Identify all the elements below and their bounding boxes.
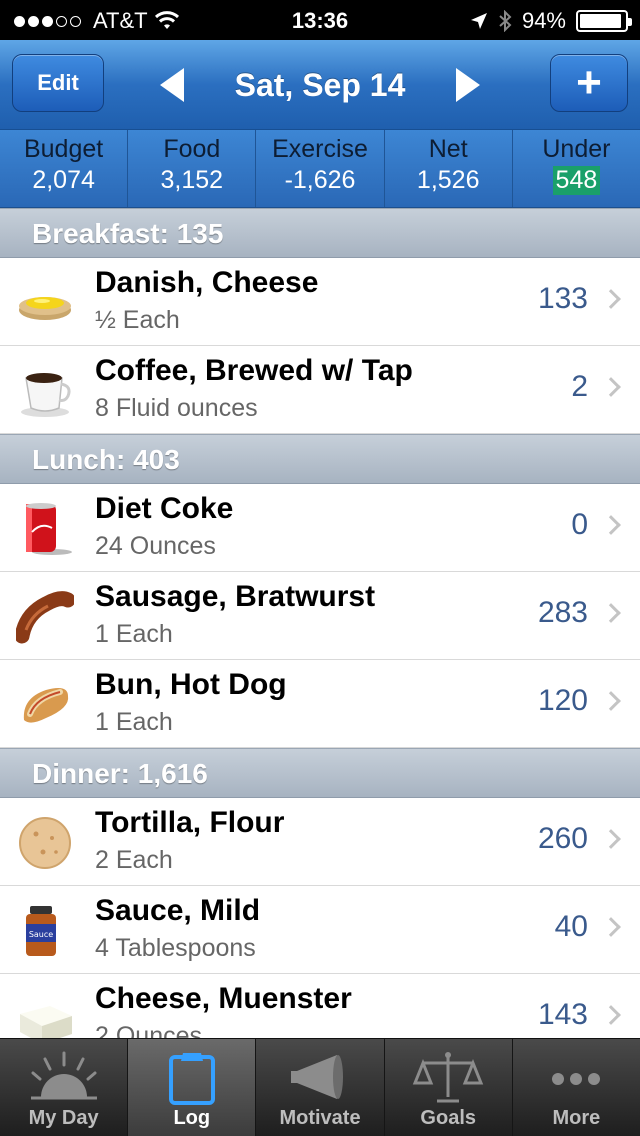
food-calories: 260 <box>537 822 588 855</box>
food-row[interactable]: Sauce Sauce, Mild 4 Tablespoons 40 <box>0 886 640 974</box>
food-calories: 283 <box>537 596 588 629</box>
svg-text:Sauce: Sauce <box>29 930 53 939</box>
clipboard-icon <box>168 1053 215 1105</box>
summary-label: Exercise <box>272 135 368 163</box>
location-arrow-icon <box>470 13 487 29</box>
chevron-right-icon <box>601 829 621 849</box>
tab-motivate[interactable]: Motivate <box>256 1039 385 1136</box>
food-calories: 40 <box>554 910 588 943</box>
food-row[interactable]: Diet Coke 24 Ounces 0 <box>0 484 640 572</box>
soda-can-icon <box>26 503 72 555</box>
edit-button[interactable]: Edit <box>12 54 104 112</box>
sausage-icon <box>16 591 74 644</box>
summary-label: Net <box>428 135 468 163</box>
megaphone-icon <box>291 1055 343 1099</box>
food-serving: 24 Ounces <box>95 532 216 560</box>
tab-label: Log <box>173 1107 211 1129</box>
food-name: Danish, Cheese <box>95 266 319 299</box>
next-day-arrow-icon[interactable] <box>456 68 480 102</box>
food-serving: 8 Fluid ounces <box>95 394 258 422</box>
hotdog-bun-icon <box>23 688 69 723</box>
sauce-jar-icon: Sauce <box>26 906 56 956</box>
more-dots-icon <box>552 1073 601 1085</box>
food-name: Cheese, Muenster <box>95 982 352 1015</box>
food-calories: 0 <box>571 508 588 541</box>
battery-icon <box>576 10 632 32</box>
food-calories: 143 <box>537 998 588 1031</box>
tab-bar: My Day Log Motivate Goals More <box>0 1038 640 1136</box>
add-food-button[interactable]: + <box>550 54 628 112</box>
summary-exercise: Exercise -1,626 <box>256 130 385 207</box>
chevron-right-icon <box>601 603 621 623</box>
summary-value: 2,074 <box>32 166 95 194</box>
coffee-cup-icon <box>21 373 71 417</box>
food-row[interactable]: Bun, Hot Dog 1 Each 120 <box>0 660 640 748</box>
section-header-lunch: Lunch: 403 <box>0 434 640 484</box>
summary-net: Net 1,526 <box>385 130 513 207</box>
tab-label: Goals <box>420 1107 476 1129</box>
danish-icon <box>19 297 71 320</box>
food-calories: 120 <box>537 684 588 717</box>
chevron-right-icon <box>601 917 621 937</box>
food-row[interactable]: Coffee, Brewed w/ Tap 8 Fluid ounces 2 <box>0 346 640 434</box>
chevron-right-icon <box>601 289 621 309</box>
battery-percent: 94% <box>521 8 566 33</box>
date-title: Sat, Sep 14 <box>234 66 406 103</box>
food-name: Sausage, Bratwurst <box>95 580 376 613</box>
previous-day-arrow-icon[interactable] <box>160 68 184 102</box>
status-bar: AT&T 13:36 94% <box>0 0 640 40</box>
food-name: Sauce, Mild <box>95 894 261 927</box>
summary-label: Under <box>542 135 611 163</box>
calorie-summary: Budget 2,074 Food 3,152 Exercise -1,626 … <box>0 130 640 208</box>
tab-label: My Day <box>28 1107 99 1129</box>
sunrise-icon <box>30 1051 97 1100</box>
tab-label: More <box>552 1107 601 1129</box>
food-row[interactable]: Danish, Cheese ½ Each 133 <box>0 258 640 346</box>
summary-budget: Budget 2,074 <box>0 130 129 207</box>
section-header-breakfast: Breakfast: 135 <box>0 208 640 258</box>
summary-value: 3,152 <box>160 166 224 194</box>
chevron-right-icon <box>601 515 621 535</box>
navigation-bar: Edit Sat, Sep 14 + <box>0 40 640 130</box>
summary-value: -1,626 <box>284 166 356 194</box>
food-name: Diet Coke <box>95 492 234 525</box>
food-name: Bun, Hot Dog <box>95 668 287 701</box>
tortilla-icon <box>19 817 71 869</box>
food-row[interactable]: Sausage, Bratwurst 1 Each 283 <box>0 572 640 660</box>
cheese-icon <box>20 1006 72 1038</box>
food-serving: 4 Tablespoons <box>95 934 256 962</box>
food-serving: 2 Each <box>95 846 173 874</box>
summary-label: Food <box>163 135 221 163</box>
summary-value: 1,526 <box>416 166 480 194</box>
under-budget-badge: 548 <box>552 166 601 195</box>
section-header-dinner: Dinner: 1,616 <box>0 748 640 798</box>
tab-goals[interactable]: Goals <box>385 1039 513 1136</box>
date-navigator: Sat, Sep 14 <box>160 62 480 108</box>
chevron-right-icon <box>601 1005 621 1025</box>
food-row[interactable]: Tortilla, Flour 2 Each 260 <box>0 798 640 886</box>
summary-label: Budget <box>23 135 104 163</box>
tab-more[interactable]: More <box>513 1039 640 1136</box>
summary-food: Food 3,152 <box>128 130 257 207</box>
tab-log[interactable]: Log <box>128 1039 257 1136</box>
food-serving: 1 Each <box>95 620 173 648</box>
summary-under: Under 548 <box>513 130 640 207</box>
food-log-list[interactable]: Breakfast: 135 Danish, Cheese ½ Each 133… <box>0 208 640 1038</box>
food-name: Tortilla, Flour <box>95 806 285 839</box>
food-name: Coffee, Brewed w/ Tap <box>95 354 413 387</box>
food-serving: 2 Ounces <box>95 1022 203 1038</box>
tab-my-day[interactable]: My Day <box>0 1039 129 1136</box>
bluetooth-icon <box>499 10 512 32</box>
tab-label: Motivate <box>279 1107 361 1129</box>
scale-icon <box>412 1052 484 1103</box>
food-row[interactable]: Cheese, Muenster 2 Ounces 143 <box>0 974 640 1038</box>
food-calories: 2 <box>571 370 588 403</box>
status-right: 94% <box>470 8 632 34</box>
chevron-right-icon <box>601 691 621 711</box>
food-serving: ½ Each <box>95 306 180 334</box>
chevron-right-icon <box>601 377 621 397</box>
food-calories: 133 <box>537 282 588 315</box>
food-serving: 1 Each <box>95 708 173 736</box>
